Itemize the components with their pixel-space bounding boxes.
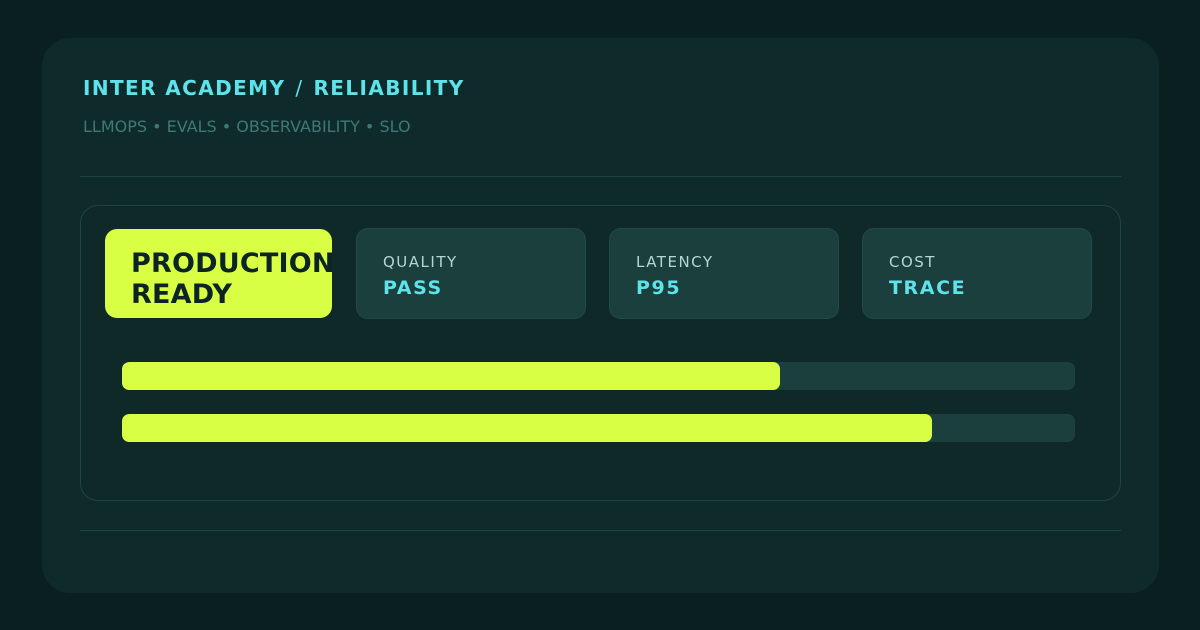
tile-latency-label: LATENCY (636, 253, 714, 271)
topic-subtitle: LLMOPS • EVALS • OBSERVABILITY • SLO (83, 117, 411, 136)
progress-bar-track (122, 362, 1075, 390)
tile-quality-value: PASS (383, 277, 443, 299)
tile-cost: COST TRACE (862, 228, 1092, 319)
title-separator: / (295, 76, 304, 100)
progress-bar-track (122, 414, 1075, 442)
bottom-divider (80, 530, 1121, 531)
tile-latency: LATENCY P95 (609, 228, 839, 319)
progress-bar-fill (122, 362, 780, 390)
status-panel: PRODUCTION READY QUALITY PASS LATENCY P9… (80, 205, 1121, 501)
title-section: RELIABILITY (313, 76, 465, 100)
page-title: INTER ACADEMY / RELIABILITY (83, 76, 465, 100)
tile-latency-value: P95 (636, 277, 682, 299)
tile-quality-label: QUALITY (383, 253, 458, 271)
production-ready-badge: PRODUCTION READY (105, 229, 335, 318)
top-divider (80, 176, 1121, 177)
tile-quality: QUALITY PASS (356, 228, 586, 319)
badge-label: PRODUCTION READY (131, 248, 335, 310)
progress-bar-fill (122, 414, 933, 442)
tile-cost-value: TRACE (889, 277, 967, 299)
tile-cost-label: COST (889, 253, 936, 271)
title-academy: INTER ACADEMY (83, 76, 286, 100)
main-card: INTER ACADEMY / RELIABILITY LLMOPS • EVALS… (42, 38, 1159, 593)
